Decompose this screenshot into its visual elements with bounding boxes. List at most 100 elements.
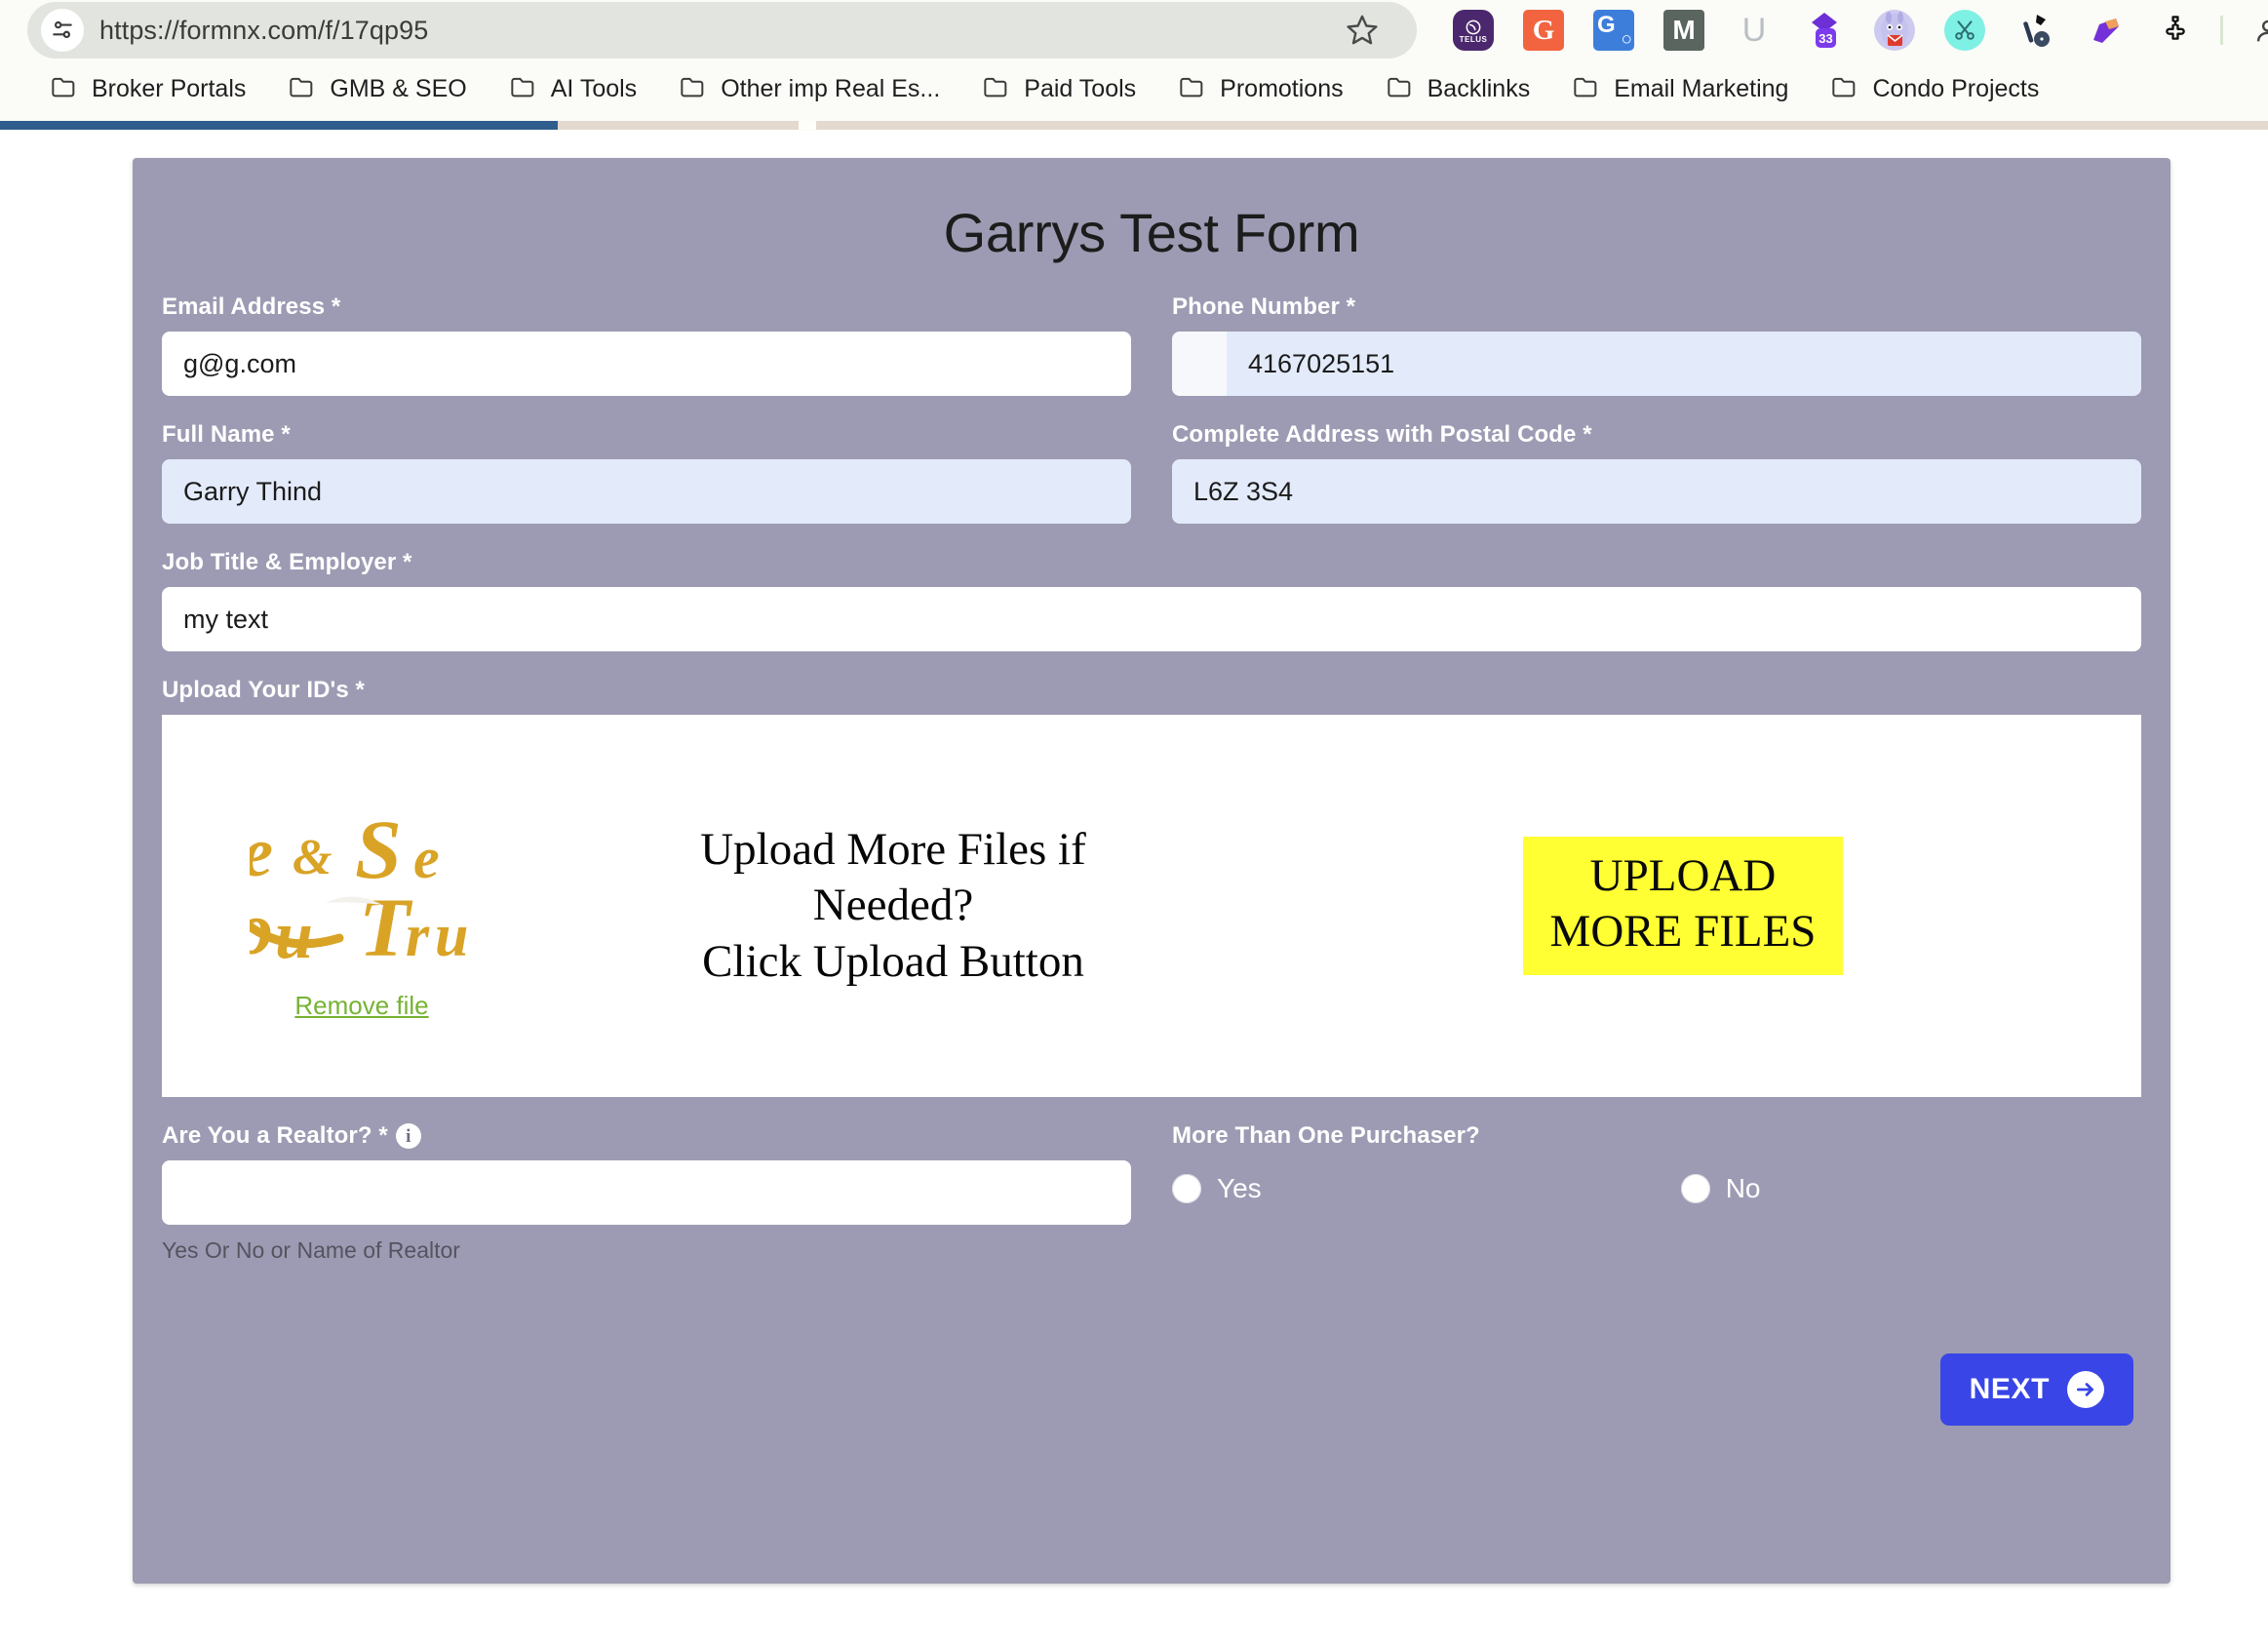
phone-country-prefix[interactable] <box>1172 332 1227 396</box>
folder-icon <box>289 75 316 103</box>
field-address: Complete Address with Postal Code * L6Z … <box>1172 421 2141 524</box>
form-row-2: Full Name * Garry Thind Complete Address… <box>162 421 2141 524</box>
full-name-input[interactable]: Garry Thind <box>162 459 1131 524</box>
upload-button-line-1: UPLOAD <box>1590 850 1777 901</box>
telus-extension-label: TELUS <box>1460 35 1488 44</box>
bunny-gmail-extension-icon[interactable] <box>1859 0 1930 60</box>
email-input[interactable]: g@g.com <box>162 332 1131 396</box>
bookmark-paid-tools[interactable]: Paid Tools <box>961 66 1157 111</box>
form-card: Garrys Test Form Email Address * g@g.com… <box>133 158 2170 1584</box>
upload-instruction-line-2: Needed? <box>562 878 1225 933</box>
address-input[interactable]: L6Z 3S4 <box>1172 459 2141 524</box>
browser-toolbar: https://formnx.com/f/17qp95 TELUS G <box>0 0 2268 60</box>
row-spacer <box>162 1101 2141 1122</box>
address-label: Complete Address with Postal Code * <box>1172 421 2141 449</box>
bookmark-condo-projects[interactable]: Condo Projects <box>1810 66 2060 111</box>
job-title-label: Job Title & Employer * <box>162 549 2141 576</box>
site-settings-icon[interactable] <box>41 9 84 52</box>
remove-file-link[interactable]: Remove file <box>294 991 428 1021</box>
page-load-progress <box>0 117 2268 131</box>
file-thumbnail-image: e & S e o u T r u <box>250 809 474 973</box>
u-extension-icon[interactable]: U <box>1719 0 1789 60</box>
info-icon[interactable]: i <box>396 1123 421 1149</box>
hammer-extension-icon[interactable] <box>2000 0 2070 60</box>
email-label: Email Address * <box>162 294 1131 321</box>
arrow-right-circle-icon <box>2067 1371 2104 1408</box>
bookmark-email-marketing[interactable]: Email Marketing <box>1551 66 1810 111</box>
folder-icon <box>1573 75 1600 103</box>
phone-label: Phone Number * <box>1172 294 2141 321</box>
svg-text:&: & <box>293 830 332 885</box>
field-realtor: Are You a Realtor? * i Yes Or No or Name… <box>162 1122 1131 1264</box>
radio-option-yes[interactable]: Yes <box>1172 1173 1262 1204</box>
bookmark-gmb-seo[interactable]: GMB & SEO <box>267 66 488 111</box>
bookmark-other-imp-real-estate[interactable]: Other imp Real Es... <box>658 66 961 111</box>
badge-extension-icon[interactable]: 33 <box>1789 0 1859 60</box>
bookmark-label: Email Marketing <box>1614 75 1788 103</box>
upload-more-files-button[interactable]: UPLOAD MORE FILES <box>1523 837 1844 976</box>
form-row-upload: Upload Your ID's * e & S e <box>162 677 2141 1097</box>
upload-instruction-line-1: Upload More Files if <box>562 822 1225 878</box>
form-row-3: Job Title & Employer * my text <box>162 549 2141 651</box>
bookmark-label: AI Tools <box>551 75 637 103</box>
svg-text:r: r <box>406 903 430 969</box>
bookmark-label: Promotions <box>1220 75 1343 103</box>
radio-dot-no[interactable] <box>1681 1174 1710 1203</box>
realtor-hint: Yes Or No or Name of Realtor <box>162 1237 1131 1264</box>
row-spacer <box>162 400 2141 421</box>
bookmark-ai-tools[interactable]: AI Tools <box>489 66 658 111</box>
browser-chrome: https://formnx.com/f/17qp95 TELUS G <box>0 0 2268 131</box>
bookmark-backlinks[interactable]: Backlinks <box>1365 66 1552 111</box>
folder-icon <box>983 75 1010 103</box>
field-full-name: Full Name * Garry Thind <box>162 421 1131 524</box>
realtor-input[interactable] <box>162 1160 1131 1225</box>
star-icon[interactable] <box>1343 11 1382 50</box>
realtor-label-text: Are You a Realtor? * <box>162 1122 388 1150</box>
u-extension-label: U <box>1734 10 1775 51</box>
field-email: Email Address * g@g.com <box>162 294 1131 396</box>
grammarly-extension-label: G <box>1523 10 1564 51</box>
folder-icon <box>510 75 537 103</box>
address-bar[interactable]: https://formnx.com/f/17qp95 <box>27 2 1417 59</box>
google-search-extension-icon[interactable]: G ○ <box>1579 0 1649 60</box>
folder-icon <box>1179 75 1206 103</box>
folder-icon <box>1387 75 1414 103</box>
svg-text:e: e <box>413 826 440 890</box>
bookmark-label: Other imp Real Es... <box>721 75 940 103</box>
bookmark-label: Paid Tools <box>1024 75 1136 103</box>
next-button-label: NEXT <box>1970 1373 2050 1406</box>
telus-extension-icon[interactable]: TELUS <box>1438 0 1508 60</box>
magnifier-glyph: ○ <box>1622 29 1632 51</box>
bookmarks-bar: Broker Portals GMB & SEO AI Tools <box>0 60 2268 117</box>
bookmark-broker-portals[interactable]: Broker Portals <box>29 66 267 111</box>
svg-text:e: e <box>250 813 273 891</box>
grammarly-extension-icon[interactable]: G <box>1508 0 1579 60</box>
next-button[interactable]: NEXT <box>1940 1353 2133 1426</box>
progress-fill <box>0 121 558 130</box>
phone-value: 4167025151 <box>1227 349 1394 379</box>
profile-avatar[interactable] <box>2233 0 2268 60</box>
puzzle-extensions-icon[interactable] <box>2140 0 2210 60</box>
form-footer: NEXT <box>162 1353 2141 1426</box>
bookmark-label: Broker Portals <box>92 75 246 103</box>
bookmark-promotions[interactable]: Promotions <box>1157 66 1364 111</box>
page-title: Garrys Test Form <box>162 183 2141 294</box>
svg-text:u: u <box>435 903 468 969</box>
scissors-extension-icon[interactable] <box>1930 0 2000 60</box>
full-name-label: Full Name * <box>162 421 1131 449</box>
field-purchasers: More Than One Purchaser? Yes No <box>1172 1122 2141 1264</box>
upload-button-line-2: MORE FILES <box>1550 906 1817 957</box>
job-title-input[interactable]: my text <box>162 587 2141 651</box>
upload-dropzone[interactable]: e & S e o u T r u <box>162 715 2141 1097</box>
radio-dot-yes[interactable] <box>1172 1174 1201 1203</box>
radio-label-no: No <box>1726 1173 1761 1204</box>
radio-option-no[interactable]: No <box>1681 1173 1761 1204</box>
toolbar-divider <box>2220 16 2223 45</box>
field-job-title: Job Title & Employer * my text <box>162 549 2141 651</box>
phone-input[interactable]: 4167025151 <box>1172 332 2141 396</box>
bookmark-label: GMB & SEO <box>330 75 466 103</box>
mail-extension-icon[interactable]: M <box>1649 0 1719 60</box>
purchasers-radio-group: Yes No <box>1172 1173 2141 1204</box>
upload-label: Upload Your ID's * <box>162 677 2141 704</box>
pencil-extension-icon[interactable] <box>2070 0 2140 60</box>
